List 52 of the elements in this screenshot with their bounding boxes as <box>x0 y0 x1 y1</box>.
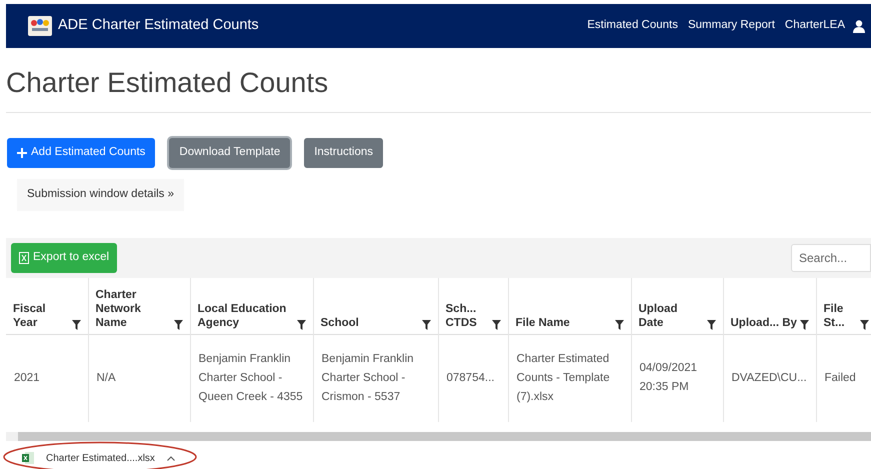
toolbar-button[interactable]: Download Template <box>169 138 290 168</box>
table-cell: Benjamin Franklin Charter School - Queen Creek - 4355 <box>190 334 313 422</box>
toolbar-button[interactable]: Instructions <box>304 138 384 168</box>
filter-icon[interactable] <box>492 320 500 330</box>
table-cell: 2021 <box>6 334 88 422</box>
column-header[interactable]: Local Education Agency <box>190 278 313 334</box>
column-header[interactable]: File St... <box>816 278 871 334</box>
toolbar-button[interactable]: Add Estimated Counts <box>7 138 156 168</box>
filter-icon[interactable] <box>174 320 182 330</box>
filter-icon[interactable] <box>706 320 716 330</box>
nav-link[interactable]: Summary Report <box>688 17 775 35</box>
filter-icon[interactable] <box>800 320 808 330</box>
column-label: File St... <box>824 302 846 330</box>
column-header[interactable]: File Name <box>508 278 631 334</box>
search-field[interactable]: Search... <box>791 244 871 272</box>
table-cell: DVAZED\CU... <box>723 334 816 422</box>
nav-link[interactable]: CharterLEA <box>784 17 845 35</box>
filter-icon[interactable] <box>72 320 80 330</box>
table-cell: 04/09/2021 20:35 PM <box>631 334 723 422</box>
plus-icon <box>17 148 27 158</box>
submission-window-button[interactable]: Submission window details » <box>17 179 184 211</box>
table-cell: 078754... <box>438 334 508 422</box>
column-label: Local Education Agency <box>198 302 288 330</box>
column-label: Sch... CTDS <box>446 302 478 330</box>
table-cell: Failed <box>816 334 871 422</box>
column-label: School <box>320 316 359 330</box>
column-header[interactable]: Sch... CTDS <box>438 278 508 334</box>
column-label: Fiscal Year <box>13 302 47 330</box>
column-header[interactable]: Upload Date <box>631 278 723 334</box>
brand-title[interactable]: ADE Charter Estimated Counts <box>58 15 259 37</box>
table-cell: Charter Estimated Counts - Template (7).xlsx <box>508 334 631 422</box>
user-icon[interactable] <box>853 20 865 32</box>
column-header[interactable]: Fiscal Year <box>6 278 88 334</box>
filter-icon[interactable] <box>860 320 869 330</box>
caret-up-icon[interactable] <box>166 456 175 460</box>
excel-file-icon <box>22 452 34 464</box>
column-header[interactable]: Charter Network Name <box>88 278 190 334</box>
column-label: Charter Network Name <box>96 288 142 330</box>
column-header[interactable]: Upload... By <box>723 278 816 334</box>
column-label: Upload Date <box>638 302 678 330</box>
nav-link[interactable]: Estimated Counts <box>587 17 678 35</box>
filter-icon[interactable] <box>296 320 306 330</box>
column-label: File Name <box>516 316 570 330</box>
filter-icon[interactable] <box>422 320 430 330</box>
page-title: Charter Estimated Counts <box>6 66 330 100</box>
excel-icon <box>19 252 29 264</box>
column-label: Upload... By <box>730 316 797 330</box>
logo-icon <box>28 16 52 36</box>
table-cell: Benjamin Franklin Charter School - Crismon - 5537 <box>313 334 438 422</box>
column-header[interactable]: School <box>313 278 438 334</box>
table-cell: N/A <box>88 334 190 422</box>
filter-icon[interactable] <box>614 320 624 330</box>
